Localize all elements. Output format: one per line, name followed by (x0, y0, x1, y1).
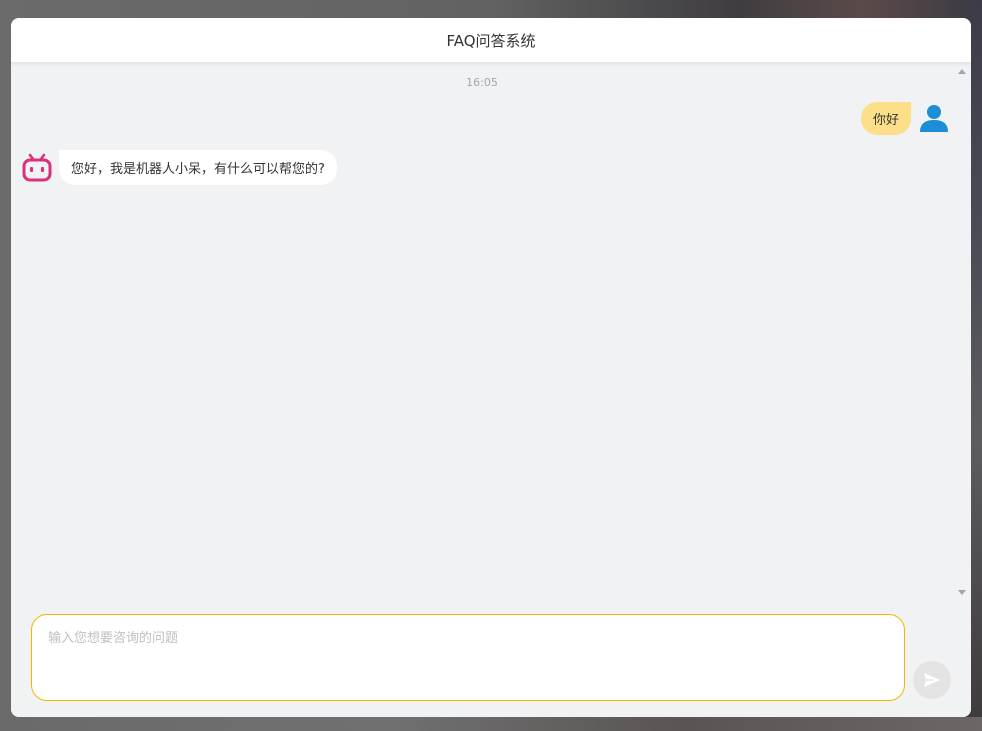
user-message: 你好 (860, 102, 953, 135)
chat-window: FAQ问答系统 16:05 你好 您好，我是机器人小呆，有什么可以帮您的? (11, 18, 971, 717)
robot-icon (22, 153, 52, 182)
send-icon (924, 673, 940, 687)
user-icon (920, 105, 948, 132)
message-scrollbar[interactable] (953, 62, 971, 601)
chat-header: FAQ问答系统 (11, 18, 971, 62)
backdrop-bottom (0, 717, 982, 731)
bot-message-bubble: 您好，我是机器人小呆，有什么可以帮您的? (59, 150, 337, 185)
user-message-bubble: 你好 (860, 102, 911, 135)
question-input[interactable] (31, 614, 905, 701)
send-button[interactable] (913, 661, 951, 699)
scroll-down-icon[interactable] (958, 590, 966, 595)
message-list: 16:05 你好 您好，我是机器人小呆，有什么可以帮您的? (11, 62, 953, 599)
page-title: FAQ问答系统 (446, 31, 536, 50)
backdrop-right (970, 0, 982, 731)
message-timestamp: 16:05 (466, 76, 498, 89)
input-area (11, 601, 971, 717)
scroll-up-icon[interactable] (958, 69, 966, 74)
bot-message: 您好，我是机器人小呆，有什么可以帮您的? (21, 150, 337, 185)
